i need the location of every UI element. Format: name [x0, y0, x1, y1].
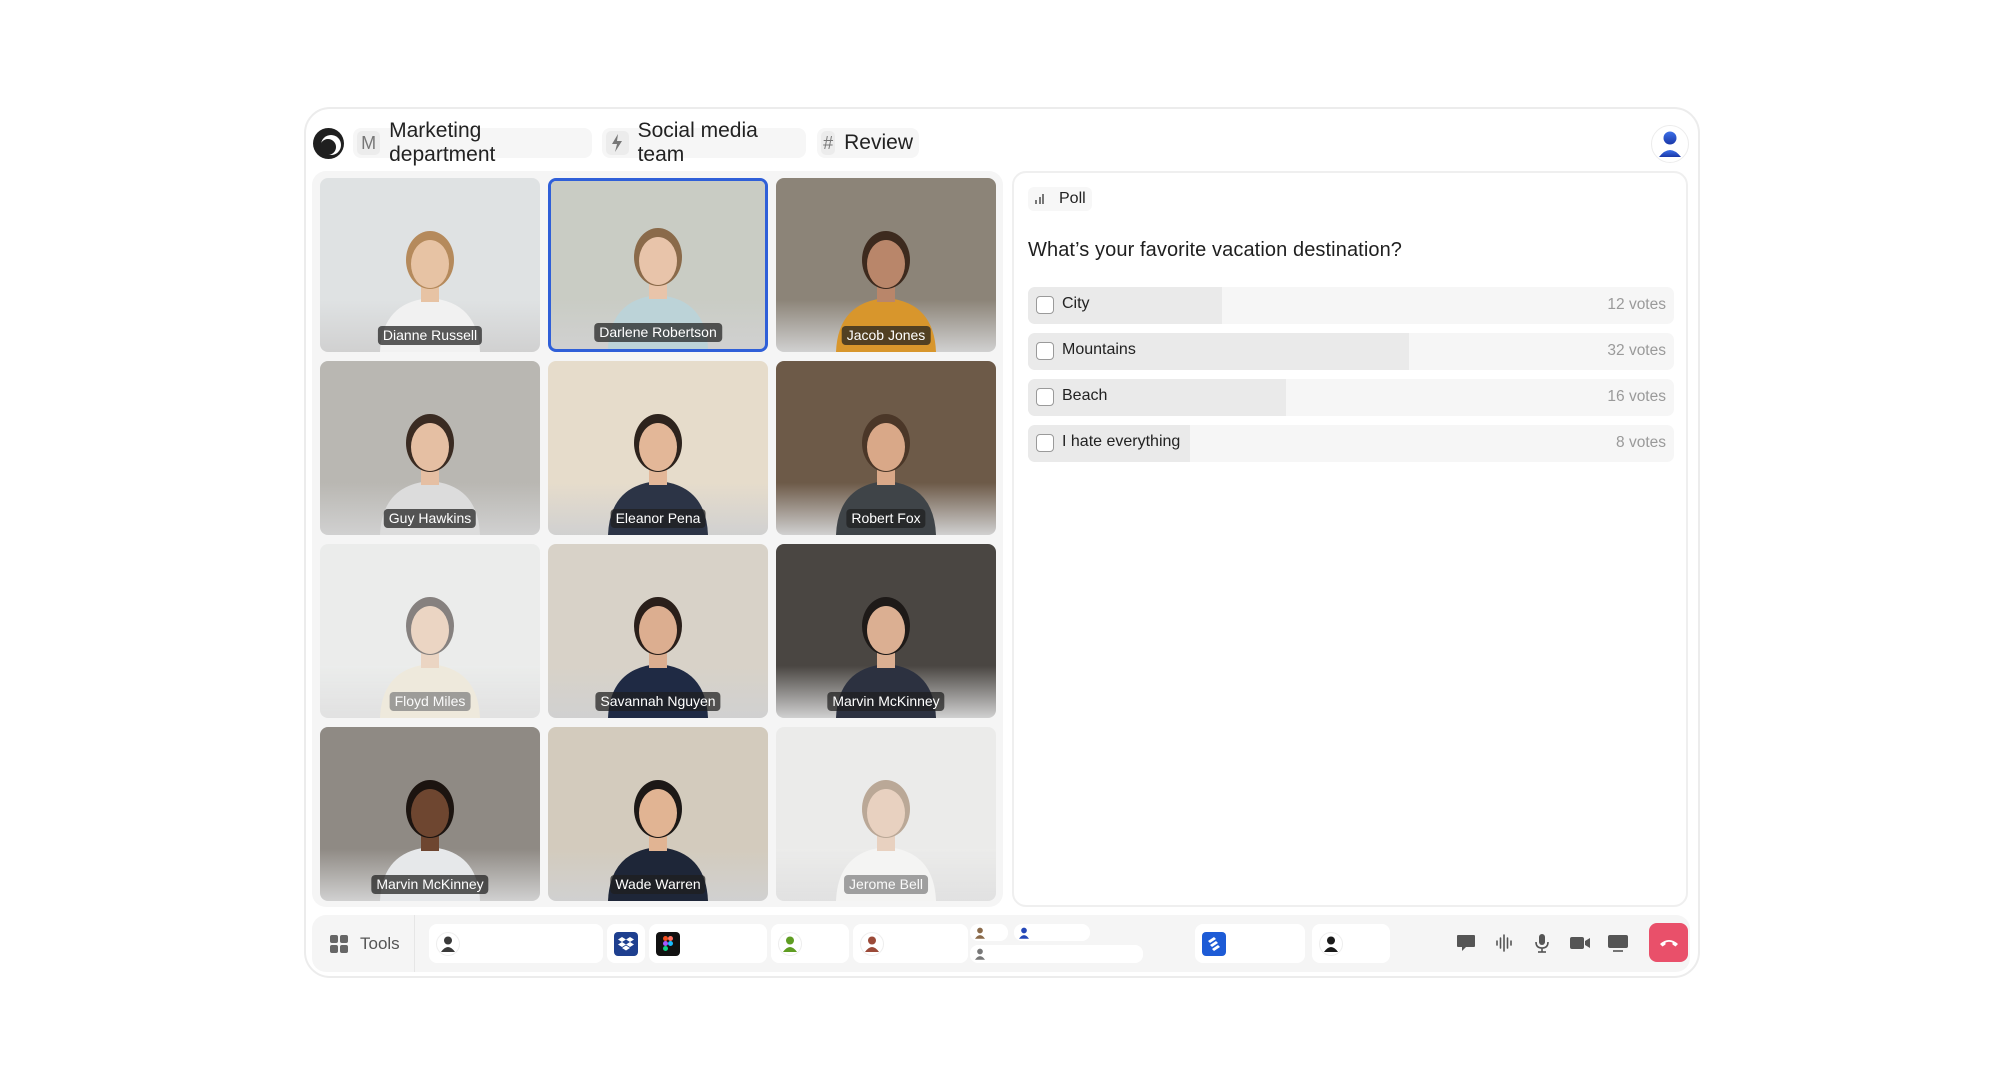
poll-panel: Poll What’s your favorite vacation desti… — [1012, 171, 1688, 907]
breadcrumb-workspace[interactable]: M Marketing department — [353, 119, 592, 166]
participant-tile[interactable]: Savannah Nguyen — [548, 544, 768, 718]
breadcrumb-team[interactable]: Social media team — [602, 119, 806, 166]
participant-tile[interactable]: Marvin McKinney — [320, 727, 540, 901]
workspace-letter-icon: M — [357, 131, 381, 155]
tool-slot[interactable] — [1195, 924, 1305, 963]
participant-tile[interactable]: Wade Warren — [548, 727, 768, 901]
figma-icon — [656, 931, 680, 956]
participant-tile[interactable]: Dianne Russell — [320, 178, 540, 352]
tool-slot-small[interactable] — [970, 945, 1143, 963]
poll-option-label: Mountains — [1062, 341, 1136, 358]
poll-option[interactable]: Beach 16 votes — [1028, 379, 1674, 416]
participant-name: Guy Hawkins — [383, 509, 477, 528]
poll-chip-label: Poll — [1059, 190, 1086, 207]
poll-option-label: City — [1062, 295, 1090, 312]
avatar-green-icon — [778, 931, 802, 956]
poll-option-checkbox[interactable] — [1036, 434, 1054, 452]
poll-option-votes: 12 votes — [1607, 296, 1666, 313]
poll-option-label: Beach — [1062, 387, 1108, 404]
poll-option-label: I hate everything — [1062, 433, 1181, 450]
breadcrumb-label: Review — [844, 131, 913, 154]
participant-name: Dianne Russell — [377, 326, 483, 345]
tool-slot[interactable] — [1312, 924, 1390, 963]
participant-name: Jerome Bell — [844, 875, 928, 894]
poll-option-votes: 16 votes — [1607, 388, 1666, 405]
tool-slot[interactable] — [853, 924, 968, 963]
user-avatar[interactable] — [1651, 125, 1689, 163]
hang-up-icon — [1659, 939, 1678, 946]
participant-tile[interactable]: Marvin McKinney — [776, 544, 996, 718]
screen-share-icon[interactable] — [1606, 931, 1630, 955]
breadcrumb-channel[interactable]: # Review — [817, 128, 919, 158]
participant-name: Robert Fox — [846, 509, 926, 528]
hash-icon: # — [821, 131, 836, 155]
toolbar-divider — [414, 915, 415, 972]
tool-slot-small[interactable] — [1014, 924, 1090, 941]
user-avatar-icon — [1659, 131, 1681, 157]
poll-question: What’s your favorite vacation destinatio… — [1028, 239, 1403, 261]
tools-label: Tools — [360, 933, 400, 953]
participant-tile[interactable]: Robert Fox — [776, 361, 996, 535]
poll-option[interactable]: Mountains 32 votes — [1028, 333, 1674, 370]
participant-name: Wade Warren — [610, 875, 706, 894]
breadcrumb-label: Marketing department — [389, 119, 496, 166]
participant-tile[interactable]: Eleanor Pena — [548, 361, 768, 535]
poll-option-checkbox[interactable] — [1036, 296, 1054, 314]
end-call-button[interactable] — [1649, 923, 1688, 962]
participant-tile[interactable]: Floyd Miles — [320, 544, 540, 718]
participant-name: Jacob Jones — [841, 326, 931, 345]
app-logo-icon[interactable] — [312, 127, 345, 160]
participant-tile[interactable]: Guy Hawkins — [320, 361, 540, 535]
participant-name: Marvin McKinney — [371, 875, 489, 894]
tool-slot[interactable] — [649, 924, 767, 963]
participant-name: Marvin McKinney — [827, 692, 945, 711]
video-grid: Dianne Russell Darlene Robertson Jacob Jon… — [312, 171, 1003, 907]
participant-name: Floyd Miles — [389, 692, 471, 711]
grid-icon — [330, 934, 348, 953]
avatar-brown-icon — [860, 931, 884, 956]
tool-slot-small[interactable] — [970, 924, 1008, 941]
poll-option-checkbox[interactable] — [1036, 388, 1054, 406]
participant-name: Savannah Nguyen — [595, 692, 721, 711]
poll-option[interactable]: I hate everything 8 votes — [1028, 425, 1674, 462]
poll-options: City 12 votes Mountains 32 votes Beach 16 vot… — [1028, 287, 1674, 471]
participant-name: Darlene Robertson — [594, 323, 722, 342]
poll-option-checkbox[interactable] — [1036, 342, 1054, 360]
poll-option-fill — [1028, 287, 1222, 324]
poll-option-votes: 8 votes — [1616, 434, 1666, 451]
avatar-dark-icon — [436, 931, 460, 956]
tool-slot[interactable] — [607, 924, 645, 963]
avatar-tan-icon — [973, 926, 987, 940]
audio-wave-icon[interactable] — [1492, 931, 1516, 955]
poll-chip: Poll — [1028, 187, 1092, 211]
jira-icon — [1202, 931, 1226, 956]
poll-option-votes: 32 votes — [1607, 342, 1666, 359]
participant-tile[interactable]: Jerome Bell — [776, 727, 996, 901]
poll-bars-icon — [1035, 194, 1049, 204]
dropbox-icon — [614, 931, 638, 956]
participant-tile[interactable]: Jacob Jones — [776, 178, 996, 352]
poll-option[interactable]: City 12 votes — [1028, 287, 1674, 324]
avatar-gray-icon — [973, 947, 987, 961]
lightning-icon — [606, 131, 629, 155]
tool-slot[interactable] — [429, 924, 603, 963]
chat-icon[interactable] — [1454, 931, 1478, 955]
tools-button[interactable]: Tools — [312, 915, 414, 972]
breadcrumb-label: Social media team — [637, 119, 758, 166]
avatar-blue-icon — [1017, 926, 1031, 940]
participant-name: Eleanor Pena — [610, 509, 706, 528]
microphone-icon[interactable] — [1530, 931, 1554, 955]
camera-icon[interactable] — [1568, 931, 1592, 955]
tool-slot[interactable] — [771, 924, 849, 963]
bottom-toolbar: Tools — [312, 915, 1690, 972]
avatar-black-icon — [1319, 931, 1343, 956]
participant-tile[interactable]: Darlene Robertson — [548, 178, 768, 352]
